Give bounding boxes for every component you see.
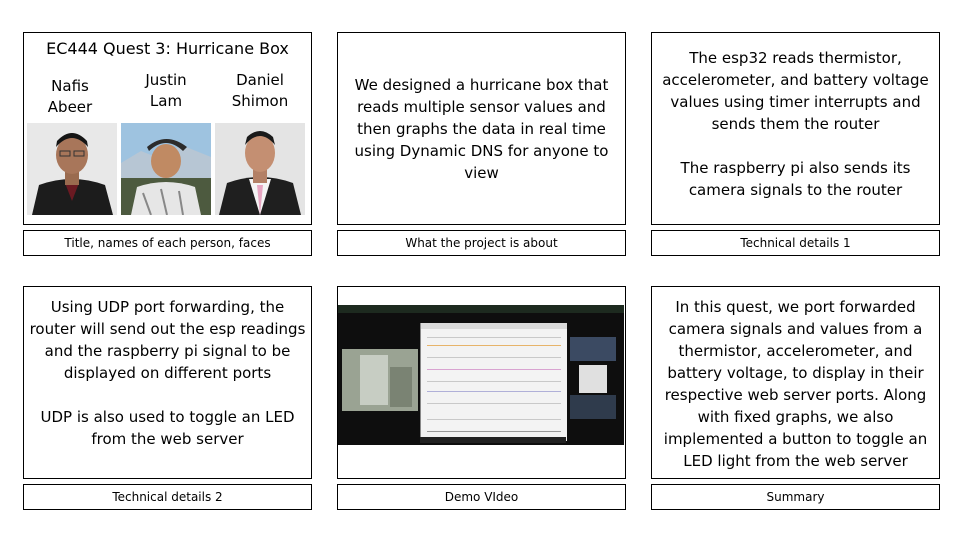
about-line: We designed a hurricane box that xyxy=(354,76,609,94)
summary-line: battery voltage, to display in their xyxy=(667,364,924,382)
caption-summary: Summary xyxy=(651,484,940,510)
person-name-3: Daniel Shimon xyxy=(231,71,289,110)
person-name-2: Justin Lam xyxy=(145,71,187,110)
tech1-line: camera signals to the router xyxy=(688,181,903,199)
summary-line: LED light from the web server xyxy=(683,452,908,470)
face-photo-3 xyxy=(215,123,305,215)
tech2-line: router will send out the esp readings xyxy=(29,320,306,338)
summary-line: camera signals and values from a xyxy=(668,320,923,338)
about-line: view xyxy=(464,164,499,182)
project-title: EC444 Quest 3: Hurricane Box xyxy=(46,39,289,58)
video-top-bar xyxy=(338,305,624,313)
tech2-line: displayed on different ports xyxy=(63,364,272,382)
taskbar xyxy=(420,437,566,443)
tech1-line: sends them the router xyxy=(711,115,880,133)
slide-summary: In this quest, we port forwarded camera … xyxy=(651,286,940,479)
camera-feed xyxy=(342,349,418,411)
slide-demo-video[interactable] xyxy=(337,286,626,479)
summary-line: In this quest, we port forwarded xyxy=(675,298,916,316)
participant-avatar-icon xyxy=(579,365,607,393)
tech1-line: The esp32 reads thermistor, xyxy=(689,49,902,67)
slide-title-card: EC444 Quest 3: Hurricane Box Nafis Abeer … xyxy=(23,32,312,225)
summary-line: implemented a button to toggle an xyxy=(663,430,928,448)
slide-technical-details-1: The esp32 reads thermistor, acceleromete… xyxy=(651,32,940,225)
tech2-line: UDP is also used to toggle an LED xyxy=(40,408,295,426)
caption-title: Title, names of each person, faces xyxy=(23,230,312,256)
tech2-line: from the web server xyxy=(91,430,244,448)
slide-project-about: We designed a hurricane box that reads m… xyxy=(337,32,626,225)
caption-technical-details-2: Technical details 2 xyxy=(23,484,312,510)
participant-thumbnail xyxy=(570,337,616,361)
caption-project-about: What the project is about xyxy=(337,230,626,256)
tech1-line: accelerometer, and battery voltage xyxy=(662,71,929,89)
about-line: then graphs the data in real time xyxy=(357,120,606,138)
slide-technical-details-2: Using UDP port forwarding, the router wi… xyxy=(23,286,312,479)
face-photo-1 xyxy=(27,123,117,215)
tech1-line: values using timer interrupts and xyxy=(670,93,921,111)
summary-line: thermistor, accelerometer, and xyxy=(678,342,913,360)
face-photo-2 xyxy=(121,123,211,215)
about-line: reads multiple sensor values and xyxy=(357,98,606,116)
tech2-line: Using UDP port forwarding, the xyxy=(50,298,285,316)
summary-line: respective web server ports. Along xyxy=(664,386,927,404)
browser-window-graphs xyxy=(420,323,567,441)
tech2-line: and the raspberry pi signal to be xyxy=(44,342,291,360)
caption-demo-video: Demo VIdeo xyxy=(337,484,626,510)
summary-line: with fixed graphs, we also xyxy=(697,408,894,426)
about-line: using Dynamic DNS for anyone to xyxy=(354,142,609,160)
tech1-line: The raspberry pi also sends its xyxy=(680,159,911,177)
participant-thumbnail xyxy=(570,395,616,419)
caption-technical-details-1: Technical details 1 xyxy=(651,230,940,256)
person-name-1: Nafis Abeer xyxy=(47,77,93,116)
